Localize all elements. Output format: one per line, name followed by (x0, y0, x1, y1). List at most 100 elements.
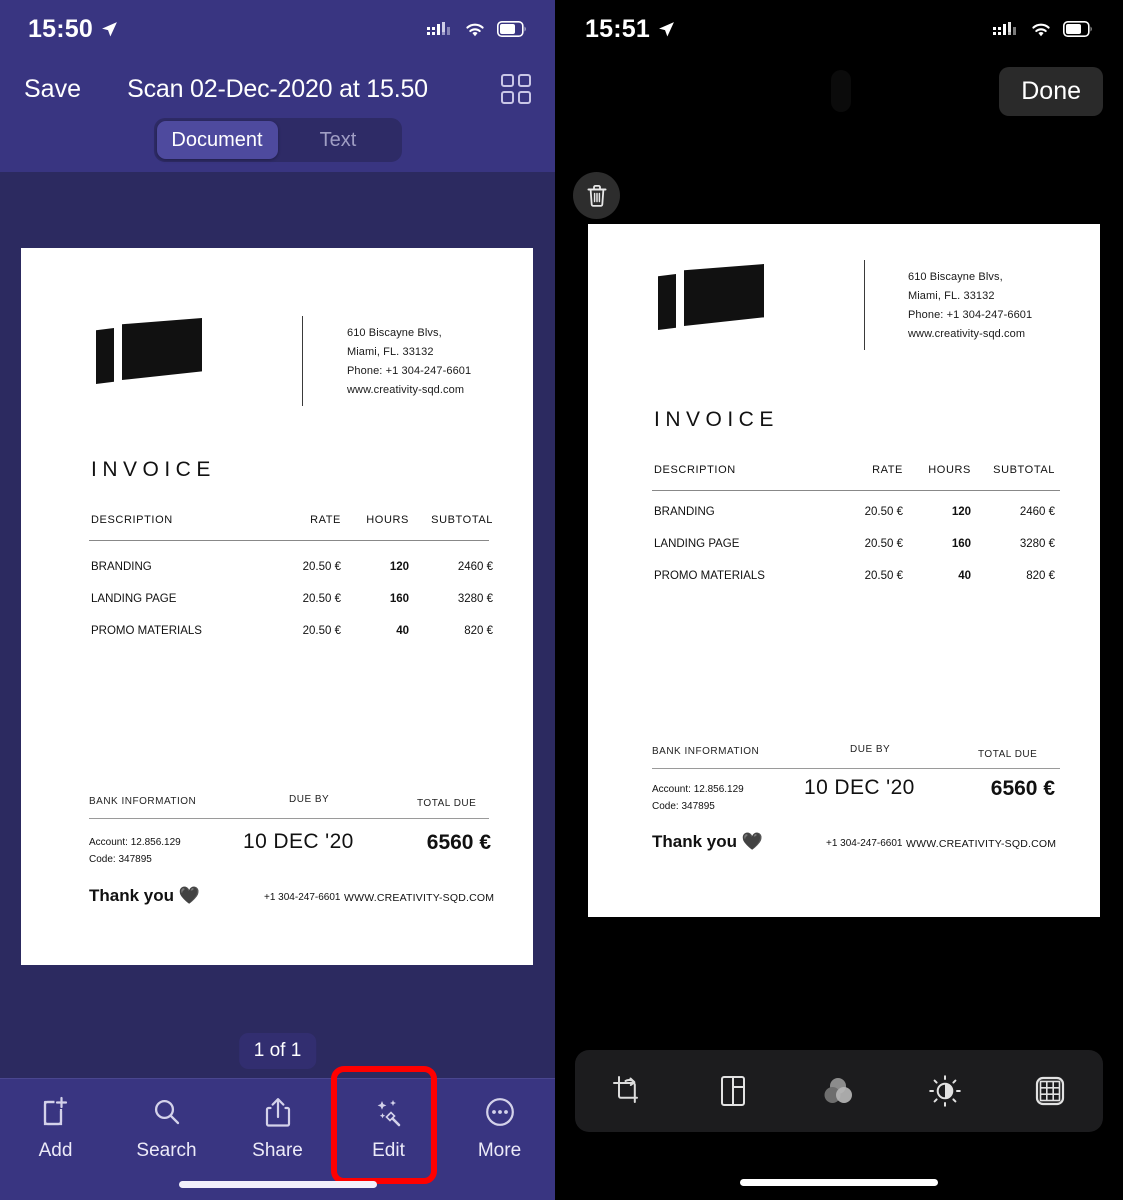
address-line-1: 610 Biscayne Blvs, (908, 271, 1003, 283)
status-time-group: 15:50 (28, 15, 118, 44)
invoice-heading: INVOICE (91, 458, 216, 481)
cell-description: BRANDING (91, 561, 152, 573)
cell-subtotal: 2460 € (457, 561, 493, 573)
crop-rotate-tool[interactable] (602, 1069, 654, 1113)
done-button[interactable]: Done (999, 67, 1103, 116)
toolbar-label: Edit (372, 1140, 405, 1161)
delete-page-button[interactable] (573, 172, 620, 219)
right-phone-screen: 15:51 Done 610 Biscayne Blvs, Miami, FL.… (555, 0, 1123, 1200)
company-address: 610 Biscayne Blvs, Miami, FL. 33132 Phon… (908, 268, 1032, 344)
col-header-rate: RATE (872, 464, 903, 476)
cell-subtotal: 3280 € (1019, 538, 1055, 550)
footer-phone: +1 304-247-6601 (264, 892, 341, 903)
home-indicator (178, 1181, 377, 1188)
cell-rate: 20.50 € (864, 570, 903, 582)
header-divider (864, 260, 865, 350)
left-phone-screen: 15:50 Save Scan 02-Dec-2020 at 15.50 Doc… (0, 0, 555, 1200)
hidden-title-placeholder (831, 70, 851, 112)
status-indicators (993, 20, 1093, 38)
footer-rule (89, 818, 489, 819)
color-tool[interactable] (813, 1069, 865, 1113)
battery-icon (497, 21, 526, 37)
toolbar-more-button[interactable]: More (453, 1095, 547, 1162)
due-date-value: 10 DEC '20 (804, 776, 915, 799)
address-line-2: Miami, FL. 33132 (347, 346, 434, 358)
grid-frame-icon (1036, 1076, 1065, 1106)
location-arrow-icon (659, 21, 674, 37)
tab-text[interactable]: Text (278, 121, 399, 159)
cell-rate: 20.50 € (302, 625, 341, 637)
battery-icon (1063, 21, 1092, 37)
magic-wand-icon (373, 1095, 405, 1129)
company-address: 610 Biscayne Blvs, Miami, FL. 33132 Phon… (347, 324, 471, 400)
cell-description: PROMO MATERIALS (91, 625, 202, 637)
wifi-icon (466, 23, 484, 36)
cell-rate: 20.50 € (864, 506, 903, 518)
toolbar-label: Share (252, 1140, 303, 1161)
footer-rule (652, 768, 1060, 769)
footer-header-totaldue: TOTAL DUE (978, 749, 1038, 760)
col-header-subtotal: SUBTOTAL (431, 514, 493, 526)
total-due-value: 6560 € (426, 831, 491, 854)
scanned-document-preview[interactable]: 610 Biscayne Blvs, Miami, FL. 33132 Phon… (21, 248, 533, 965)
cell-subtotal: 3280 € (457, 593, 493, 605)
status-indicators (427, 20, 527, 38)
col-header-subtotal: SUBTOTAL (993, 464, 1055, 476)
footer-website: WWW.CREATIVITY-SQD.COM (344, 892, 495, 904)
filter-document-icon (721, 1076, 746, 1106)
thank-you-note: Thank you 🖤 (89, 886, 200, 905)
cell-subtotal: 2460 € (1019, 506, 1055, 518)
cell-description: LANDING PAGE (91, 593, 177, 605)
address-website: www.creativity-sqd.com (347, 384, 465, 396)
trash-icon (587, 184, 606, 207)
cellular-signal-icon (427, 22, 450, 35)
thank-you-note: Thank you 🖤 (652, 832, 763, 851)
due-date-value: 10 DEC '20 (243, 830, 354, 853)
col-header-rate: RATE (310, 514, 341, 526)
document-text-segmented-control[interactable]: Document Text (153, 118, 402, 162)
crop-rotate-icon (612, 1076, 638, 1103)
cell-subtotal: 820 € (1026, 570, 1055, 582)
status-time: 15:50 (28, 14, 93, 43)
toolbar-share-button[interactable]: Share (231, 1095, 325, 1162)
toolbar-add-button[interactable]: Add (9, 1095, 103, 1162)
bank-details: Account: 12.856.129 Code: 347895 (89, 834, 181, 868)
col-header-hours: HOURS (366, 514, 409, 526)
grid-view-icon[interactable] (501, 74, 531, 104)
home-indicator (740, 1179, 938, 1186)
cell-rate: 20.50 € (302, 561, 341, 573)
editable-document-preview[interactable]: 610 Biscayne Blvs, Miami, FL. 33132 Phon… (588, 224, 1100, 917)
footer-header-bank: BANK INFORMATION (89, 796, 197, 807)
total-due-value: 6560 € (990, 777, 1055, 800)
cell-hours: 40 (958, 570, 971, 582)
cell-rate: 20.50 € (864, 538, 903, 550)
filter-tool[interactable] (707, 1069, 759, 1113)
cell-hours: 120 (389, 561, 409, 573)
footer-website: WWW.CREATIVITY-SQD.COM (906, 838, 1057, 850)
footer-header-dueby: DUE BY (850, 744, 891, 755)
footer-header-bank: BANK INFORMATION (652, 746, 760, 757)
status-time: 15:51 (585, 14, 650, 43)
page-counter-badge: 1 of 1 (238, 1033, 317, 1069)
address-website: www.creativity-sqd.com (908, 328, 1026, 340)
address-phone: Phone: +1 304-247-6601 (908, 309, 1033, 321)
brightness-tool[interactable] (919, 1069, 971, 1113)
toolbar-label: Search (136, 1140, 197, 1161)
cell-description: LANDING PAGE (654, 538, 740, 550)
location-arrow-icon (102, 21, 117, 37)
toolbar-search-button[interactable]: Search (120, 1095, 214, 1162)
table-top-rule (89, 540, 489, 541)
toolbar-edit-button[interactable]: Edit (342, 1095, 436, 1162)
footer-phone: +1 304-247-6601 (826, 838, 903, 849)
cell-hours: 120 (951, 506, 971, 518)
markup-tool[interactable] (1024, 1069, 1076, 1113)
header-divider (302, 316, 303, 406)
more-ellipsis-icon (485, 1095, 515, 1129)
invoice-content: 610 Biscayne Blvs, Miami, FL. 33132 Phon… (588, 224, 1100, 917)
tab-document[interactable]: Document (156, 121, 278, 159)
cell-description: PROMO MATERIALS (654, 570, 765, 582)
cell-hours: 40 (396, 625, 409, 637)
share-icon (264, 1095, 292, 1129)
company-logo (96, 318, 202, 388)
color-circles-icon (824, 1078, 852, 1103)
